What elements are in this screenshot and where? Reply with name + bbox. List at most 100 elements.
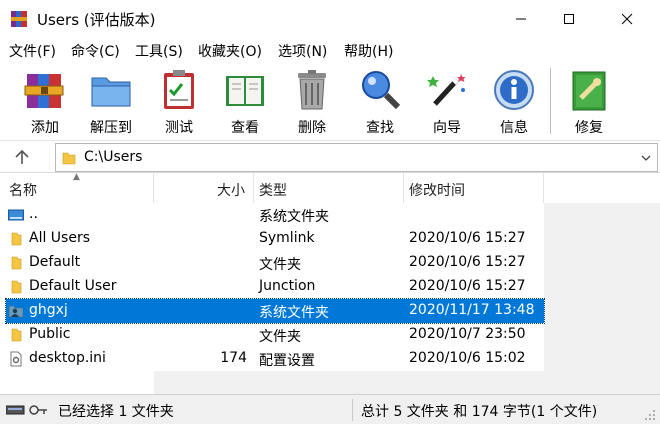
view-label: 查看 [231,120,259,136]
file-name: desktop.ini [29,350,106,366]
column-divider[interactable] [153,173,154,203]
menu-command[interactable]: 命令(C) [71,41,120,61]
file-row-public[interactable]: Public 文件夹 2020/10/7 23:50 [6,323,544,347]
column-size[interactable]: 大小 [217,180,245,200]
file-name: Default User [29,278,117,294]
up-arrow-icon[interactable] [10,147,34,167]
info-button[interactable]: 信息 [484,66,544,136]
resize-grip-icon[interactable] [644,409,656,421]
trash-icon [298,70,326,110]
file-row-all-users[interactable]: All Users Symlink 2020/10/6 15:27 [6,227,544,251]
column-type[interactable]: 类型 [259,180,287,200]
minimize-button[interactable] [498,0,544,38]
menu-tools[interactable]: 工具(S) [135,41,183,61]
address-bar: C:\Users [0,140,660,172]
info-icon [494,70,534,110]
file-name: Default [29,254,81,270]
file-modified: 2020/10/6 15:27 [409,278,526,294]
delete-button[interactable]: 删除 [282,66,342,136]
menu-help[interactable]: 帮助(H) [344,41,393,61]
maximize-icon [564,14,574,24]
sort-ascending-icon: ▲ [73,172,80,182]
file-modified: 2020/10/6 15:27 [409,254,526,270]
column-name[interactable]: 名称 [9,180,37,200]
column-divider[interactable] [543,173,544,203]
folder-icon [11,328,22,342]
file-row-default[interactable]: Default 文件夹 2020/10/6 15:27 [6,251,544,275]
empty-area [544,203,660,395]
file-name: .. [29,206,38,222]
close-button[interactable] [604,0,650,38]
folder-icon [62,152,76,165]
window-title: Users (评估版本) [37,11,156,29]
column-divider[interactable] [403,173,404,203]
file-row-desktop-ini[interactable]: desktop.ini 174 配置设置 2020/10/6 15:02 [6,347,544,371]
folder-icon [11,232,22,246]
repair-kit-icon [572,71,606,111]
file-modified: 2020/11/17 13:48 [409,302,535,318]
extract-label: 解压到 [90,120,132,136]
menu-bar: 文件(F) 命令(C) 工具(S) 收藏夹(O) 选项(N) 帮助(H) [0,38,660,62]
file-modified: 2020/10/6 15:02 [409,350,526,366]
folder-icon [11,280,22,294]
magnifier-icon [362,71,401,110]
info-label: 信息 [500,120,528,136]
file-row-parent[interactable]: .. 系统文件夹 [6,203,544,227]
minimize-icon [516,18,526,20]
file-row-ghgxj[interactable]: ghgxj 系统文件夹 2020/11/17 13:48 [5,298,545,324]
close-icon [621,13,633,25]
menu-options[interactable]: 选项(N) [278,41,327,61]
file-modified: 2020/10/7 23:50 [409,326,526,342]
file-type: 系统文件夹 [259,305,329,321]
column-divider[interactable] [253,173,254,203]
file-size: 174 [220,350,247,366]
file-list: ▲ 名称 大小 类型 修改时间 .. 系统文件夹 All Users Symli… [0,172,660,395]
file-type: Symlink [259,230,315,246]
magic-wand-icon [427,74,466,106]
status-bar: 已经选择 1 文件夹 总计 5 文件夹 和 174 字节(1 个文件) [0,394,660,424]
view-book-icon [226,76,264,106]
file-type: 系统文件夹 [259,209,329,225]
find-label: 查找 [366,120,394,136]
user-folder-icon [8,305,24,318]
column-modified[interactable]: 修改时间 [409,180,465,200]
path-combobox[interactable]: C:\Users [55,143,658,172]
status-selection: 已经选择 1 文件夹 [58,404,174,420]
status-total: 总计 5 文件夹 和 174 字节(1 个文件) [361,404,598,420]
file-row-default-user[interactable]: Default User Junction 2020/10/6 15:27 [6,275,544,299]
file-name: ghgxj [29,302,68,318]
repair-button[interactable]: 修复 [559,66,619,136]
find-button[interactable]: 查找 [350,66,410,136]
status-divider [352,399,353,421]
file-name: Public [29,326,71,342]
test-button[interactable]: 测试 [149,66,209,136]
test-clipboard-icon [164,70,194,109]
add-archive-icon [24,74,64,108]
chevron-down-icon[interactable] [640,152,652,164]
empty-area [154,371,544,395]
extract-folder-icon [91,77,131,107]
toolbar-separator [550,68,551,134]
menu-favorites[interactable]: 收藏夹(O) [198,41,262,61]
test-label: 测试 [165,120,193,136]
view-button[interactable]: 查看 [215,66,275,136]
drive-key-icon [6,405,47,415]
delete-label: 删除 [298,120,326,136]
parent-drive-icon [8,209,24,221]
settings-file-icon [10,351,22,367]
wizard-button[interactable]: 向导 [417,66,477,136]
extract-button[interactable]: 解压到 [81,66,141,136]
list-header: ▲ 名称 大小 类型 修改时间 [0,172,660,203]
add-button[interactable]: 添加 [15,66,75,136]
file-type: Junction [259,278,316,294]
menu-file[interactable]: 文件(F) [9,41,56,61]
add-label: 添加 [31,120,59,136]
title-bar: Users (评估版本) [0,0,660,38]
file-type: 文件夹 [259,257,301,273]
wizard-label: 向导 [433,120,461,136]
winrar-logo-icon [11,11,27,27]
folder-icon [11,256,22,270]
maximize-button[interactable] [546,0,592,38]
path-text: C:\Users [84,149,143,165]
file-modified: 2020/10/6 15:27 [409,230,526,246]
